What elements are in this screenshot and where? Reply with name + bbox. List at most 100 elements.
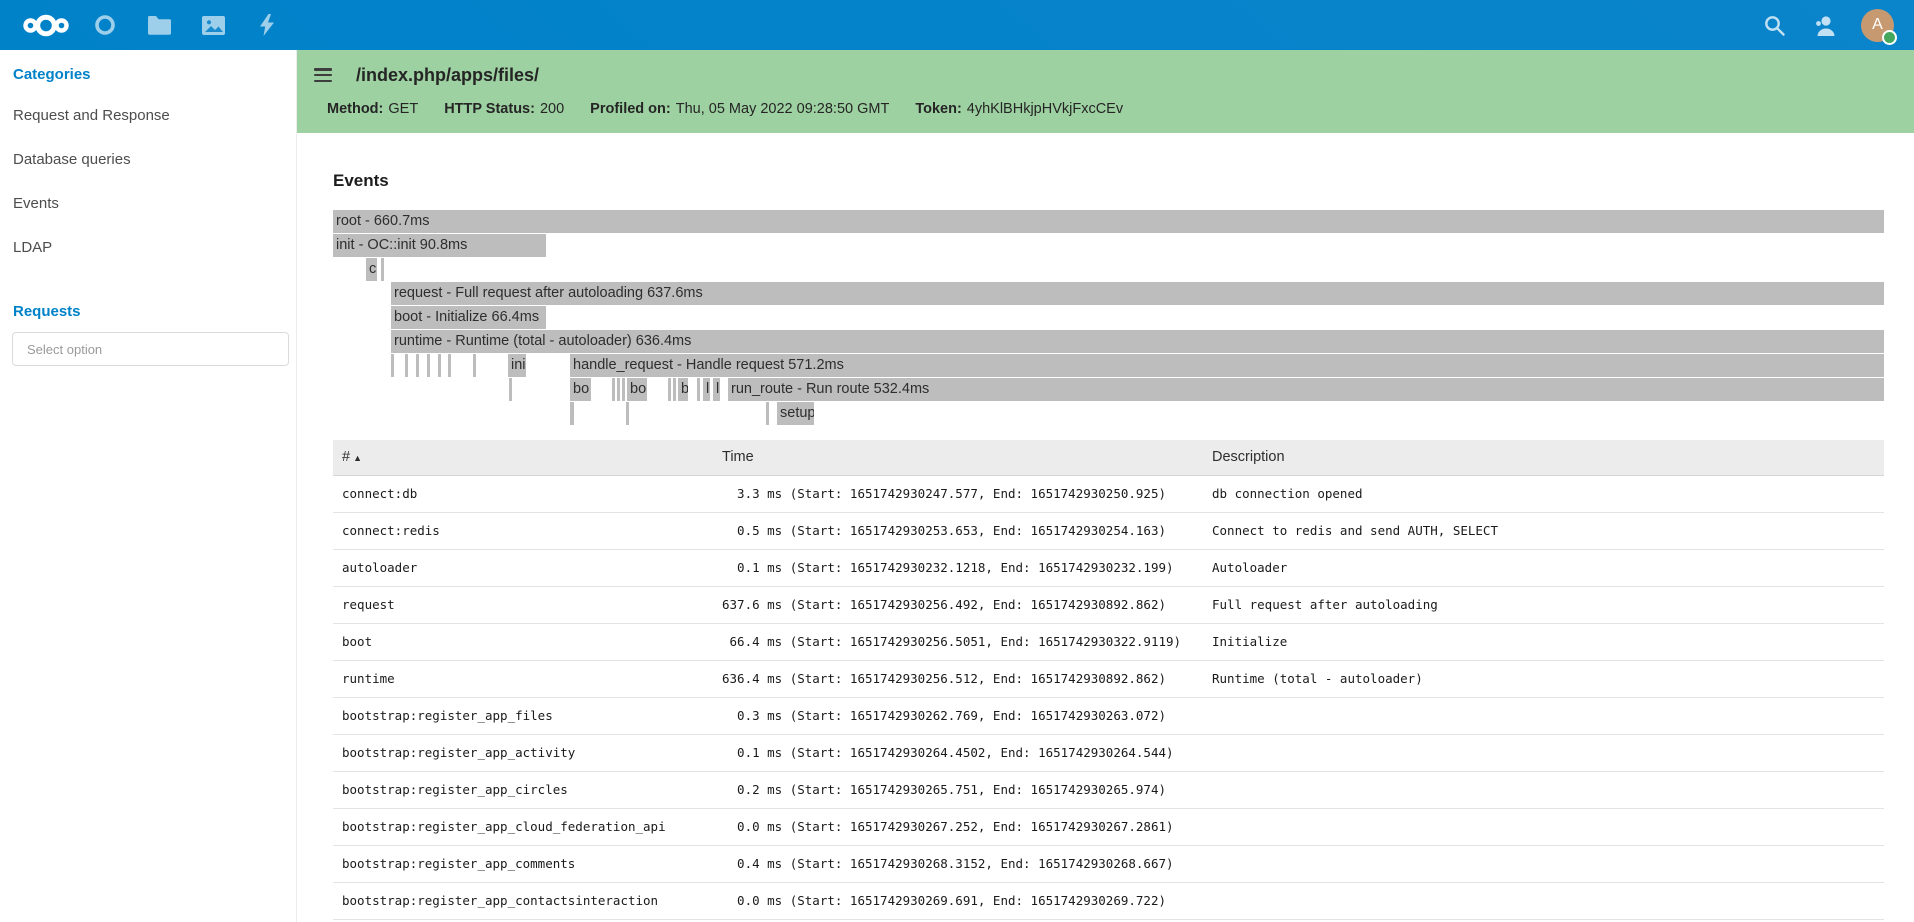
- timeline-bar: bo: [627, 378, 647, 401]
- timeline-tick: [448, 354, 451, 377]
- meta-method-: Method:GET: [327, 101, 418, 117]
- timeline-bar: c: [366, 258, 377, 281]
- menu-icon[interactable]: [314, 68, 332, 82]
- app-photos-button[interactable]: [186, 0, 240, 50]
- timeline-row: bobobllrun_route - Run route 532.4ms: [333, 378, 1884, 402]
- event-name-cell: runtime: [333, 660, 722, 697]
- event-description-cell: Connect to redis and send AUTH, SELECT: [1212, 512, 1884, 549]
- column-header-description[interactable]: Description: [1212, 440, 1884, 475]
- profiled-url-title: /index.php/apps/files/: [356, 65, 539, 86]
- events-table-header-row: #▲ Time Description: [333, 440, 1884, 475]
- event-time-cell: 66.4 ms (Start: 1651742930256.5051, End:…: [722, 623, 1212, 660]
- event-name-cell: bootstrap:register_app_comments: [333, 845, 722, 882]
- timeline-row: init - OC::init 90.8ms: [333, 234, 1884, 258]
- table-row: request637.6 ms (Start: 1651742930256.49…: [333, 586, 1884, 623]
- lightning-icon: [259, 14, 275, 36]
- event-time-cell: 0.0 ms (Start: 1651742930267.252, End: 1…: [722, 808, 1212, 845]
- timeline-row: root - 660.7ms: [333, 210, 1884, 234]
- event-time-cell: 0.3 ms (Start: 1651742930262.769, End: 1…: [722, 697, 1212, 734]
- meta-profiled-on-: Profiled on:Thu, 05 May 2022 09:28:50 GM…: [590, 101, 889, 117]
- column-header-number[interactable]: #▲: [333, 440, 722, 475]
- timeline-row: request - Full request after autoloading…: [333, 282, 1884, 306]
- timeline-tick: [427, 354, 430, 377]
- timeline-row: runtime - Runtime (total - autoloader) 6…: [333, 330, 1884, 354]
- timeline-tick: [668, 378, 671, 401]
- event-name-cell: autoloader: [333, 549, 722, 586]
- timeline-bar: request - Full request after autoloading…: [391, 282, 1884, 305]
- app-files-button[interactable]: [132, 0, 186, 50]
- timeline-tick: [391, 354, 394, 377]
- table-row: bootstrap:register_app_comments 0.4 ms (…: [333, 845, 1884, 882]
- timeline-bar: init - OC::init 90.8ms: [333, 234, 546, 257]
- event-name-cell: bootstrap:register_app_cloud_federation_…: [333, 808, 722, 845]
- event-name-cell: bootstrap:register_app_activity: [333, 734, 722, 771]
- contacts-button[interactable]: [1799, 0, 1849, 50]
- app-icon-row: [78, 0, 294, 50]
- timeline-bar: boot - Initialize 66.4ms: [391, 306, 546, 329]
- timeline-tick: [509, 378, 512, 401]
- event-name-cell: bootstrap:register_app_contactsinteracti…: [333, 882, 722, 919]
- profile-header: /index.php/apps/files/ Method:GET HTTP St…: [297, 50, 1914, 133]
- categories-list: Request and ResponseDatabase queriesEven…: [0, 93, 296, 269]
- categories-title: Categories: [13, 66, 296, 83]
- event-description-cell: db connection opened: [1212, 475, 1884, 512]
- event-description-cell: Runtime (total - autoloader): [1212, 660, 1884, 697]
- event-name-cell: request: [333, 586, 722, 623]
- event-description-cell: Autoloader: [1212, 549, 1884, 586]
- timeline-bar: handle_request - Handle request 571.2ms: [570, 354, 1884, 377]
- event-time-cell: 636.4 ms (Start: 1651742930256.512, End:…: [722, 660, 1212, 697]
- sidebar-item-database-queries[interactable]: Database queries: [0, 137, 296, 181]
- requests-title: Requests: [13, 303, 296, 320]
- status-indicator: [1882, 30, 1897, 45]
- avatar[interactable]: A: [1861, 9, 1894, 42]
- event-time-cell: 0.0 ms (Start: 1651742930269.691, End: 1…: [722, 882, 1212, 919]
- event-time-cell: 0.2 ms (Start: 1651742930265.751, End: 1…: [722, 771, 1212, 808]
- event-time-cell: 0.5 ms (Start: 1651742930253.653, End: 1…: [722, 512, 1212, 549]
- column-header-number-label: #: [342, 449, 350, 465]
- timeline-bar: bo: [570, 378, 591, 401]
- table-row: bootstrap:register_app_circles 0.2 ms (S…: [333, 771, 1884, 808]
- app-activity-button[interactable]: [240, 0, 294, 50]
- top-bar: A: [0, 0, 1914, 50]
- timeline-row: inihandle_request - Handle request 571.2…: [333, 354, 1884, 378]
- table-row: boot 66.4 ms (Start: 1651742930256.5051,…: [333, 623, 1884, 660]
- search-button[interactable]: [1749, 0, 1799, 50]
- app-dashboard-button[interactable]: [78, 0, 132, 50]
- nextcloud-logo[interactable]: [14, 0, 78, 50]
- timeline-tick: [405, 354, 408, 377]
- timeline-tick: [766, 402, 769, 425]
- event-time-cell: 0.1 ms (Start: 1651742930264.4502, End: …: [722, 734, 1212, 771]
- top-bar-right: A: [1749, 0, 1914, 50]
- timeline-tick: [626, 402, 629, 425]
- sidebar-item-request-and-response[interactable]: Request and Response: [0, 93, 296, 137]
- timeline-row: c: [333, 258, 1884, 282]
- meta-http-status-: HTTP Status:200: [444, 101, 564, 117]
- event-name-cell: boot: [333, 623, 722, 660]
- event-description-cell: Full request after autoloading: [1212, 586, 1884, 623]
- column-header-time[interactable]: Time: [722, 440, 1212, 475]
- sort-asc-icon: ▲: [353, 453, 362, 463]
- sidebar: Categories Request and ResponseDatabase …: [0, 50, 297, 922]
- event-description-cell: Initialize: [1212, 623, 1884, 660]
- timeline-bar: l: [713, 378, 720, 401]
- timeline-tick: [438, 354, 441, 377]
- timeline-bar: setup: [777, 402, 814, 425]
- timeline-tick: [622, 378, 625, 401]
- event-time-cell: 0.1 ms (Start: 1651742930232.1218, End: …: [722, 549, 1212, 586]
- table-row: bootstrap:register_app_contactsinteracti…: [333, 882, 1884, 919]
- timeline-tick: [673, 378, 676, 401]
- request-select[interactable]: Select option: [12, 332, 289, 366]
- event-description-cell: [1212, 808, 1884, 845]
- search-icon: [1764, 15, 1785, 36]
- timeline-tick: [612, 378, 615, 401]
- image-icon: [202, 16, 225, 35]
- event-description-cell: [1212, 734, 1884, 771]
- sidebar-item-events[interactable]: Events: [0, 181, 296, 225]
- timeline-bar: l: [570, 402, 574, 425]
- event-description-cell: [1212, 882, 1884, 919]
- timeline-tick: [617, 378, 620, 401]
- timeline-bar: run_route - Run route 532.4ms: [728, 378, 1884, 401]
- dashboard-circle-icon: [94, 14, 116, 36]
- timeline-bar: b: [678, 378, 688, 401]
- sidebar-item-ldap[interactable]: LDAP: [0, 225, 296, 269]
